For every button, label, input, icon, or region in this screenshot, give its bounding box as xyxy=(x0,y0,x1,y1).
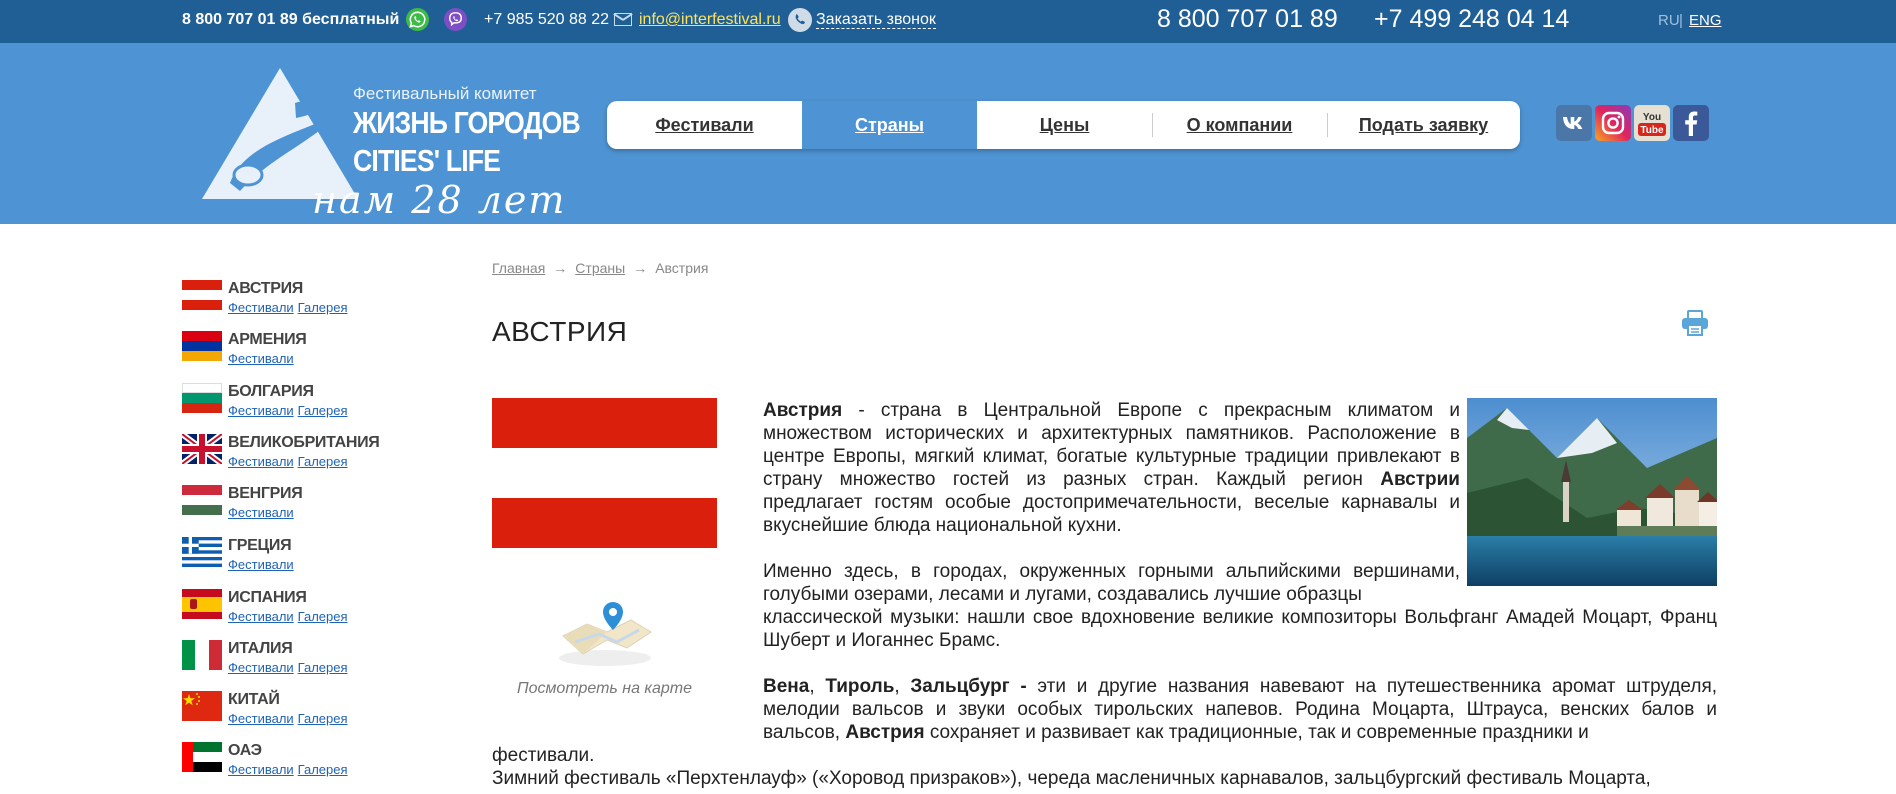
svg-text:Tube: Tube xyxy=(1640,125,1664,136)
mobile-phone[interactable]: +7 985 520 88 22 xyxy=(484,11,609,29)
country-name[interactable]: ИТАЛИЯ xyxy=(228,640,293,658)
logo-subtitle: Фестивальный комитет xyxy=(353,84,537,103)
article-paragraph-1: Австрия - страна в Центральной Европе с … xyxy=(763,400,1460,536)
country-item-uae[interactable]: ОАЭ Фестивали Галерея xyxy=(182,742,462,786)
hungary-flag-icon xyxy=(182,485,222,515)
header: Фестивальный комитет ЖИЗНЬ ГОРОДОВ CITIE… xyxy=(0,43,1896,224)
country-item-china[interactable]: КИТАЙ Фестивали Галерея xyxy=(182,691,462,735)
festivals-link[interactable]: Фестивали xyxy=(228,711,294,726)
breadcrumb-arrow: → xyxy=(633,260,648,276)
country-name[interactable]: БОЛГАРИЯ xyxy=(228,383,314,401)
country-item-italy[interactable]: ИТАЛИЯ Фестивали Галерея xyxy=(182,640,462,684)
gallery-link[interactable]: Галерея xyxy=(298,609,348,624)
greece-flag-icon xyxy=(182,537,222,567)
breadcrumb-arrow: → xyxy=(553,260,568,276)
festivals-link[interactable]: Фестивали xyxy=(228,351,294,366)
nav-apply[interactable]: Подать заявку xyxy=(1327,101,1520,149)
page-title: АВСТРИЯ xyxy=(492,316,628,347)
main-phone-1[interactable]: 8 800 707 01 89 xyxy=(1157,5,1338,34)
nav-countries[interactable]: Страны xyxy=(802,101,977,149)
nav-prices[interactable]: Цены xyxy=(977,101,1152,149)
logo-title-en: CITIES' LIFE xyxy=(353,143,501,178)
lang-separator: | xyxy=(1679,12,1683,29)
country-name[interactable]: ОАЭ xyxy=(228,742,262,760)
viber-icon[interactable] xyxy=(444,8,467,31)
gallery-link[interactable]: Галерея xyxy=(298,762,348,777)
instagram-icon[interactable] xyxy=(1595,105,1631,141)
nav-festivals[interactable]: Фестивали xyxy=(607,101,802,149)
youtube-icon[interactable]: You Tube xyxy=(1634,105,1670,141)
map-link[interactable]: Посмотреть на карте xyxy=(492,680,717,698)
article-paragraph-2a: Именно здесь, в городах, окруженных горн… xyxy=(763,561,1460,605)
lang-ru[interactable]: RU xyxy=(1658,12,1680,29)
main-phone-2[interactable]: +7 499 248 04 14 xyxy=(1374,5,1569,34)
gallery-link[interactable]: Галерея xyxy=(298,711,348,726)
festivals-link[interactable]: Фестивали xyxy=(228,660,294,675)
logo-title-ru: ЖИЗНЬ ГОРОДОВ xyxy=(353,105,581,140)
festivals-link[interactable]: Фестивали xyxy=(228,609,294,624)
gallery-link[interactable]: Галерея xyxy=(298,454,348,469)
festivals-link[interactable]: Фестивали xyxy=(228,403,294,418)
country-item-spain[interactable]: ИСПАНИЯ Фестивали Галерея xyxy=(182,589,462,633)
breadcrumb-home[interactable]: Главная xyxy=(492,260,545,276)
site-logo[interactable]: Фестивальный комитет ЖИЗНЬ ГОРОДОВ CITIE… xyxy=(200,63,581,243)
top-bar: 8 800 707 01 89 бесплатный +7 985 520 88… xyxy=(0,0,1896,43)
gallery-link[interactable]: Галерея xyxy=(298,403,348,418)
festivals-link[interactable]: Фестивали xyxy=(228,300,294,315)
breadcrumb: Главная → Страны → Австрия xyxy=(492,260,708,276)
country-item-armenia[interactable]: АРМЕНИЯ Фестивали xyxy=(182,331,462,375)
country-name[interactable]: ВЕНГРИЯ xyxy=(228,485,303,503)
country-name[interactable]: КИТАЙ xyxy=(228,691,280,709)
armenia-flag-icon xyxy=(182,331,222,361)
gallery-link[interactable]: Галерея xyxy=(298,660,348,675)
vk-icon[interactable] xyxy=(1556,105,1592,141)
article-paragraph-3-end: фестивали. xyxy=(492,745,595,766)
lang-eng[interactable]: ENG xyxy=(1689,12,1722,29)
country-name[interactable]: ИСПАНИЯ xyxy=(228,589,307,607)
festivals-link[interactable]: Фестивали xyxy=(228,454,294,469)
festivals-link[interactable]: Фестивали xyxy=(228,762,294,777)
article-paragraph-2b: классической музыки: нашли свое вдохнове… xyxy=(763,607,1717,651)
main-nav: Фестивали Страны Цены О компании Подать … xyxy=(607,101,1520,149)
china-flag-icon xyxy=(182,691,222,721)
country-name[interactable]: АРМЕНИЯ xyxy=(228,331,307,349)
printer-icon[interactable] xyxy=(1680,308,1710,338)
austria-flag-large xyxy=(492,398,717,548)
email-link[interactable]: info@interfestival.ru xyxy=(639,11,781,29)
free-phone[interactable]: 8 800 707 01 89 бесплатный xyxy=(182,11,399,29)
map-pin-icon[interactable] xyxy=(555,596,655,668)
country-item-uk[interactable]: ВЕЛИКОБРИТАНИЯ Фестивали Галерея xyxy=(182,434,462,478)
svg-text:You: You xyxy=(1643,112,1661,123)
festivals-link[interactable]: Фестивали xyxy=(228,505,294,520)
breadcrumb-countries[interactable]: Страны xyxy=(575,260,625,276)
country-item-austria[interactable]: АВСТРИЯ Фестивали Галерея xyxy=(182,280,462,324)
country-name[interactable]: ГРЕЦИЯ xyxy=(228,537,292,555)
callback-link[interactable]: Заказать звонок xyxy=(816,11,936,29)
country-item-hungary[interactable]: ВЕНГРИЯ Фестивали xyxy=(182,485,462,529)
country-item-bulgaria[interactable]: БОЛГАРИЯ Фестивали Галерея xyxy=(182,383,462,427)
uae-flag-icon xyxy=(182,742,222,772)
gallery-link[interactable]: Галерея xyxy=(298,300,348,315)
italy-flag-icon xyxy=(182,640,222,670)
logo-anniversary: нам 28 лет xyxy=(312,178,567,222)
bulgaria-flag-icon xyxy=(182,383,222,413)
facebook-icon[interactable] xyxy=(1673,105,1709,141)
festivals-link[interactable]: Фестивали xyxy=(228,557,294,572)
nav-about[interactable]: О компании xyxy=(1152,101,1327,149)
breadcrumb-current: Австрия xyxy=(655,260,709,276)
article-paragraph-3: Вена, Тироль, Зальцбург - эти и другие н… xyxy=(763,676,1718,743)
article-paragraph-4: Зимний фестиваль «Перхтенлауф» («Хоровод… xyxy=(492,768,1651,789)
uk-flag-icon xyxy=(182,434,222,464)
austria-flag-icon xyxy=(182,280,222,310)
country-name[interactable]: ВЕЛИКОБРИТАНИЯ xyxy=(228,434,380,452)
spain-flag-icon xyxy=(182,589,222,619)
whatsapp-icon[interactable] xyxy=(406,8,429,31)
austria-landscape-photo xyxy=(1467,398,1717,586)
mail-icon xyxy=(614,13,632,26)
phone-icon[interactable] xyxy=(788,8,812,32)
country-name[interactable]: АВСТРИЯ xyxy=(228,280,303,298)
country-item-greece[interactable]: ГРЕЦИЯ Фестивали xyxy=(182,537,462,581)
